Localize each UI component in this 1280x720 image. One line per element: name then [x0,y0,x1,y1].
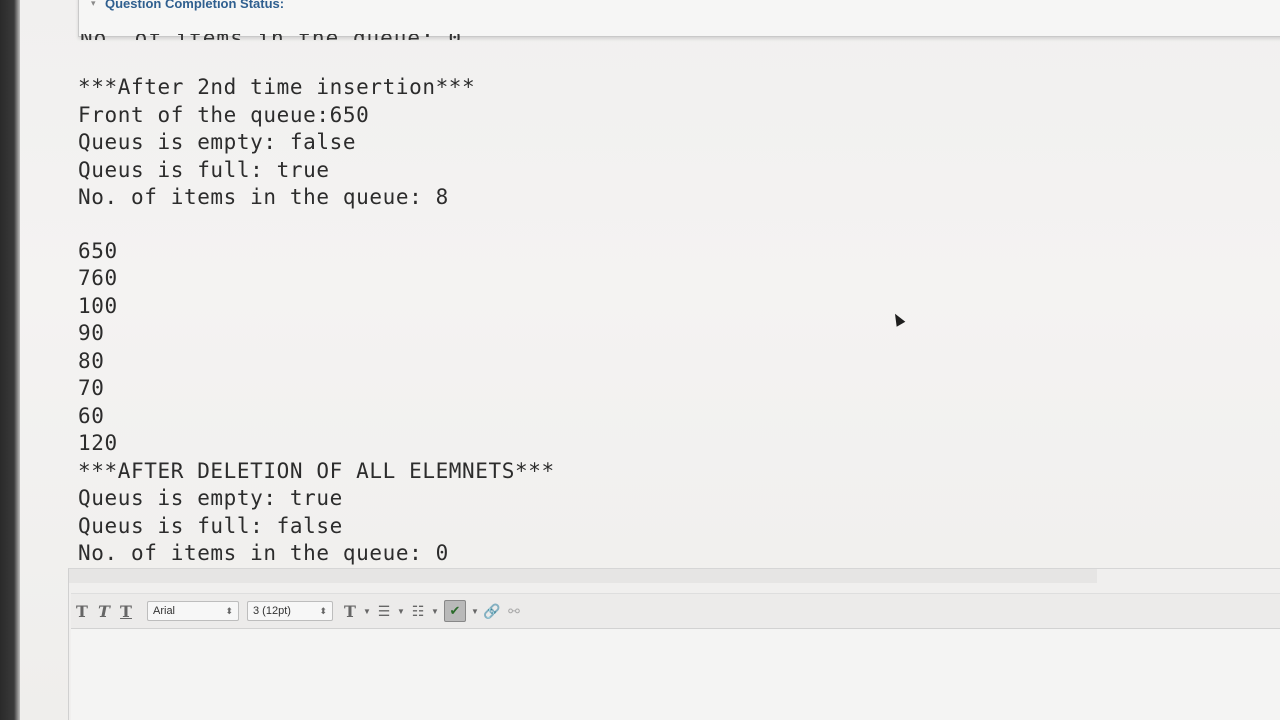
console-line: ***After 2nd time insertion*** [78,75,476,99]
chevron-down-icon[interactable]: ▼ [469,607,481,616]
console-line: 90 [78,321,105,345]
console-line: 80 [78,348,105,373]
console-line: 60 [78,403,105,428]
question-completion-status-bar[interactable]: ▾ Question Completion Status: [78,0,1280,37]
font-family-select[interactable]: Arial ⬍ [147,601,239,621]
chevron-down-icon[interactable]: ▾ [91,0,96,9]
editor-text-area[interactable] [71,629,1280,720]
text-editor[interactable]: T T T Arial ⬍ 3 (12pt) ⬍ T ▼ ☰ ▼ ☷ ▼ ✔ ▼… [68,568,1280,720]
font-family-value: Arial [153,605,176,617]
console-line: No. of items in the queue: 0 [78,541,449,565]
console-line: Queus is empty: true [78,486,343,510]
console-line: 760 [78,266,118,290]
editor-toolbar: T T T Arial ⬍ 3 (12pt) ⬍ T ▼ ☰ ▼ ☷ ▼ ✔ ▼… [71,593,1280,629]
chevron-down-icon[interactable]: ▼ [429,607,441,616]
editor-top-strip [69,569,1097,583]
console-line: Queus is full: false [78,513,343,538]
insert-link-icon[interactable]: 🔗 [481,603,503,620]
console-line: Front of the queue:650 [78,102,370,127]
console-line: No. of items in the queue: 8 [78,185,449,209]
chevron-down-icon[interactable]: ▼ [395,607,407,616]
numbered-list-icon[interactable]: ☷ [407,603,429,620]
italic-button[interactable]: T [93,602,115,621]
text-color-button[interactable]: T [339,602,361,621]
console-output: ***After 2nd time insertion*** Front of … [78,74,798,568]
spellcheck-icon[interactable]: ✔ [444,600,466,622]
font-size-value: 3 (12pt) [253,605,291,617]
console-line: 650 [78,238,118,263]
select-arrows-icon: ⬍ [319,605,327,616]
console-line: 100 [78,293,118,318]
font-size-select[interactable]: 3 (12pt) ⬍ [247,601,333,621]
clipped-console-text: No. of items in the queue: 0 [80,34,462,40]
console-line: Queus is empty: false [78,130,357,154]
bullet-list-icon[interactable]: ☰ [373,603,395,620]
console-line: 70 [78,376,105,400]
console-line: 120 [78,431,118,455]
console-line: ***AFTER DELETION OF ALL ELEMNETS*** [78,458,555,483]
chevron-down-icon[interactable]: ▼ [361,607,373,616]
question-completion-status-label: Question Completion Status: [105,0,285,11]
console-line: Queus is full: true [78,157,330,182]
underline-button[interactable]: T [115,602,137,621]
bold-button[interactable]: T [71,602,93,621]
clipped-console-line: No. of items in the queue: 0 [80,34,540,40]
select-arrows-icon: ⬍ [225,605,233,616]
remove-link-icon[interactable]: ⚯ [503,603,525,620]
